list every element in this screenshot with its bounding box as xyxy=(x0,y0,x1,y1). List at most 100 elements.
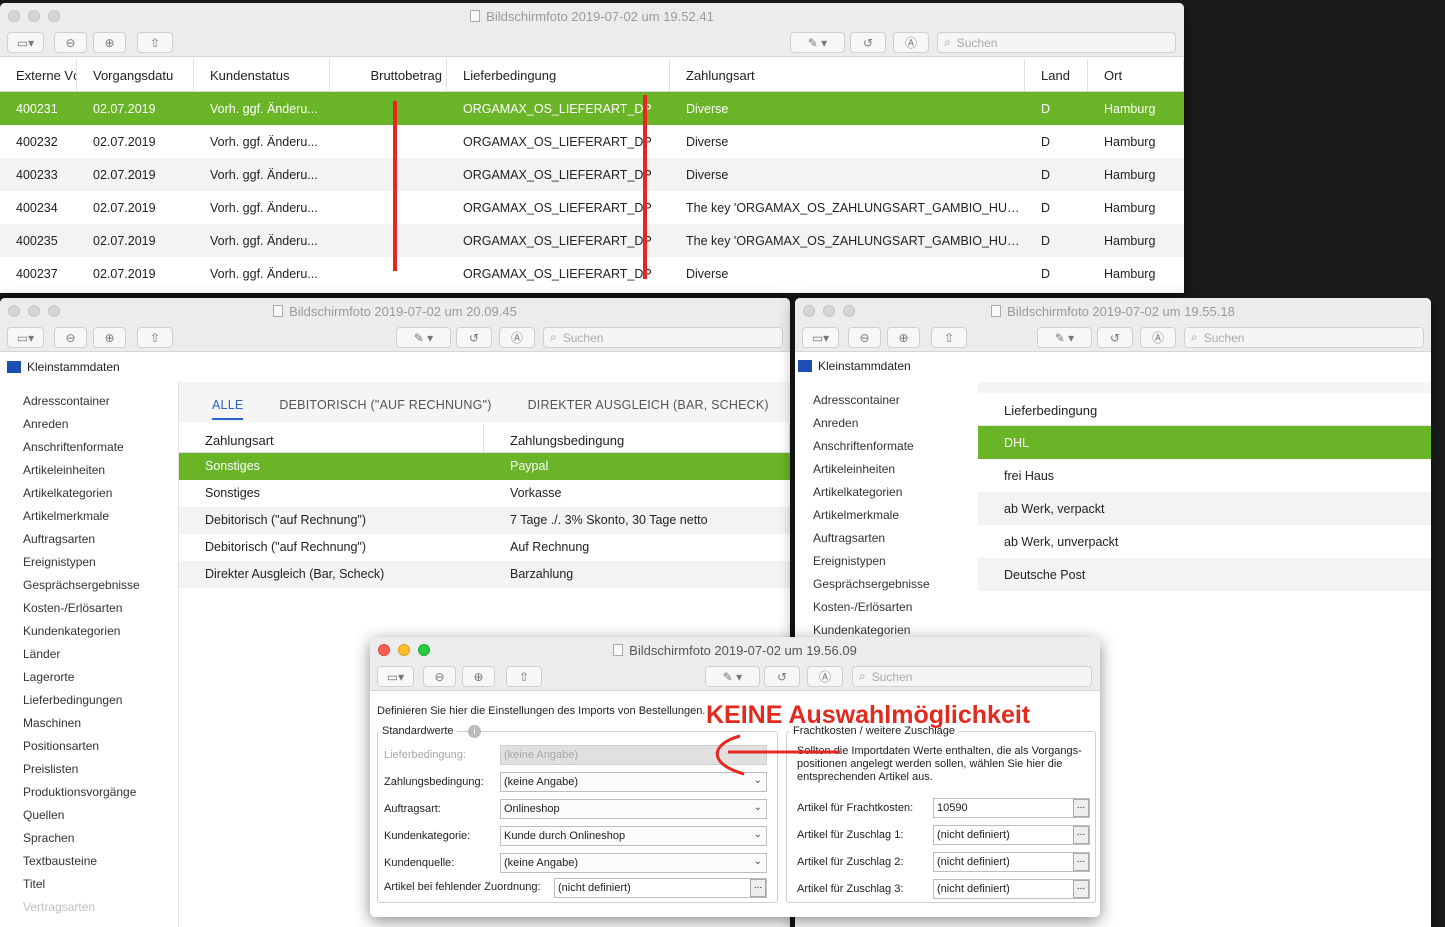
sidebar-toggle-button[interactable]: ▭▾ xyxy=(7,327,44,348)
share-button[interactable]: ⇧ xyxy=(931,327,967,348)
table-row[interactable]: 400232 02.07.2019 Vorh. ggf. Änderu... ORGA… xyxy=(0,125,1184,158)
table-row[interactable]: Direkter Ausgleich (Bar, Scheck) Barzahlu… xyxy=(179,561,790,588)
zoom-in-button[interactable]: ⊕ xyxy=(887,327,920,348)
sidebar-item[interactable]: Gesprächsergebnisse xyxy=(813,573,930,596)
table-row[interactable]: 400234 02.07.2019 Vorh. ggf. Änderu... ORGA… xyxy=(0,191,1184,224)
list-item[interactable]: frei Haus xyxy=(978,459,1431,492)
annotate-button[interactable]: Ⓐ xyxy=(499,327,535,348)
sidebar-item[interactable]: Sprachen xyxy=(23,827,140,850)
select-field[interactable]: Onlineshop ⌄ xyxy=(500,799,767,819)
zoom-out-button[interactable]: ⊖ xyxy=(54,327,87,348)
zoom-in-button[interactable]: ⊕ xyxy=(93,327,126,348)
search-field[interactable]: ⌕ Suchen xyxy=(852,666,1092,687)
sidebar-item[interactable]: Kosten-/Erlösarten xyxy=(813,596,930,619)
zoom-in-button[interactable]: ⊕ xyxy=(93,32,126,53)
column-header[interactable]: Bruttobetrag xyxy=(330,59,447,91)
sidebar-item[interactable]: Quellen xyxy=(23,804,140,827)
search-field[interactable]: ⌕ Suchen xyxy=(1184,327,1424,348)
sidebar-item[interactable]: Auftragsarten xyxy=(23,528,140,551)
table-row[interactable]: Sonstiges Paypal xyxy=(179,453,790,480)
sidebar-item[interactable]: Textbausteine xyxy=(23,850,140,873)
column-header[interactable]: Lieferbedingung xyxy=(447,59,670,91)
sidebar-item[interactable]: Anschriftenformate xyxy=(23,436,140,459)
sidebar-item[interactable]: Länder xyxy=(23,643,140,666)
column-header[interactable]: Vorgangsdatu xyxy=(77,59,194,91)
list-item[interactable]: Deutsche Post xyxy=(978,558,1431,591)
traffic-lights[interactable] xyxy=(803,305,855,317)
sidebar-item[interactable]: Kundenkategorien xyxy=(23,620,140,643)
article-missing-input[interactable]: (nicht definiert) xyxy=(554,878,767,898)
tab[interactable]: ALLE xyxy=(212,398,244,420)
tab[interactable]: DEBITORISCH ("AUF RECHNUNG") xyxy=(279,398,491,420)
sidebar-item[interactable]: Vertragsarten xyxy=(23,896,140,919)
zoom-out-button[interactable]: ⊖ xyxy=(848,327,881,348)
markup-pen-button[interactable]: ✎ ▾ xyxy=(790,32,845,53)
sidebar-item[interactable]: Ereignistypen xyxy=(23,551,140,574)
zoom-in-button[interactable]: ⊕ xyxy=(462,666,495,687)
traffic-lights[interactable] xyxy=(378,644,430,656)
sidebar-item[interactable]: Preislisten xyxy=(23,758,140,781)
sidebar-item[interactable]: Anreden xyxy=(813,412,930,435)
column-header[interactable]: Kundenstatus xyxy=(194,59,330,91)
markup-pen-button[interactable]: ✎ ▾ xyxy=(705,666,760,687)
table-row[interactable]: 400235 02.07.2019 Vorh. ggf. Änderu... ORGA… xyxy=(0,224,1184,257)
table-row[interactable]: Debitorisch ("auf Rechnung") 7 Tage ./. 3… xyxy=(179,507,790,534)
sidebar-item[interactable]: Maschinen xyxy=(23,712,140,735)
sidebar-item[interactable]: Adresscontainer xyxy=(813,389,930,412)
browse-button[interactable]: ... xyxy=(1073,880,1089,898)
annotate-button[interactable]: Ⓐ xyxy=(807,666,843,687)
rotate-button[interactable]: ↺ xyxy=(850,32,886,53)
sidebar-item[interactable]: Produktionsvorgänge xyxy=(23,781,140,804)
zoom-out-button[interactable]: ⊖ xyxy=(54,32,87,53)
column-header[interactable]: Zahlungsart xyxy=(179,425,484,452)
annotate-button[interactable]: Ⓐ xyxy=(1140,327,1176,348)
traffic-lights[interactable] xyxy=(8,10,60,22)
sidebar-item[interactable]: Lieferbedingungen xyxy=(23,689,140,712)
column-header[interactable]: Zahlungsbedingung xyxy=(484,425,790,452)
browse-button[interactable]: ... xyxy=(1073,853,1089,871)
article-input[interactable]: 10590 xyxy=(933,798,1090,818)
table-row[interactable]: 400237 02.07.2019 Vorh. ggf. Änderu... ORGA… xyxy=(0,257,1184,290)
search-field[interactable]: ⌕ Suchen xyxy=(937,32,1176,53)
table-row[interactable]: Debitorisch ("auf Rechnung") Auf Rechnung xyxy=(179,534,790,561)
sidebar-item[interactable]: Titel xyxy=(23,873,140,896)
article-input[interactable]: (nicht definiert) xyxy=(933,852,1090,872)
share-button[interactable]: ⇧ xyxy=(506,666,542,687)
markup-pen-button[interactable]: ✎ ▾ xyxy=(1037,327,1092,348)
sidebar-item[interactable]: Artikeleinheiten xyxy=(813,458,930,481)
sidebar-item[interactable]: Kosten-/Erlösarten xyxy=(23,597,140,620)
sidebar-toggle-button[interactable]: ▭▾ xyxy=(377,666,414,687)
list-item[interactable]: ab Werk, unverpackt xyxy=(978,525,1431,558)
search-field[interactable]: ⌕ Suchen xyxy=(543,327,783,348)
sidebar-item[interactable]: Adresscontainer xyxy=(23,390,140,413)
rotate-button[interactable]: ↺ xyxy=(1097,327,1133,348)
browse-button[interactable]: ... xyxy=(1073,826,1089,844)
sidebar-item[interactable]: Anschriftenformate xyxy=(813,435,930,458)
sidebar-item[interactable]: Ereignistypen xyxy=(813,550,930,573)
sidebar-item[interactable]: Lagerorte xyxy=(23,666,140,689)
sidebar-toggle-button[interactable]: ▭▾ xyxy=(7,32,44,53)
sidebar-toggle-button[interactable]: ▭▾ xyxy=(802,327,839,348)
sidebar-item[interactable]: Positionsarten xyxy=(23,735,140,758)
column-header[interactable]: Externe Vc xyxy=(0,59,77,91)
zoom-out-button[interactable]: ⊖ xyxy=(423,666,456,687)
table-row[interactable]: Sonstiges Vorkasse xyxy=(179,480,790,507)
column-header[interactable]: Land xyxy=(1025,59,1088,91)
article-input[interactable]: (nicht definiert) xyxy=(933,879,1090,899)
annotate-button[interactable]: Ⓐ xyxy=(893,32,929,53)
sidebar-item[interactable]: Anreden xyxy=(23,413,140,436)
sidebar-item[interactable]: Gesprächsergebnisse xyxy=(23,574,140,597)
list-item[interactable]: DHL xyxy=(978,426,1431,459)
sidebar-item[interactable]: Artikelmerkmale xyxy=(23,505,140,528)
article-missing-browse-button[interactable]: ... xyxy=(750,879,766,897)
select-field[interactable]: (keine Angabe) ⌄ xyxy=(500,853,767,873)
rotate-button[interactable]: ↺ xyxy=(764,666,800,687)
share-button[interactable]: ⇧ xyxy=(137,32,173,53)
sidebar-item[interactable]: Auftragsarten xyxy=(813,527,930,550)
article-input[interactable]: (nicht definiert) xyxy=(933,825,1090,845)
sidebar-item[interactable]: Artikelkategorien xyxy=(23,482,140,505)
column-header[interactable]: Zahlungsart xyxy=(670,59,1025,91)
table-row[interactable]: 400231 02.07.2019 Vorh. ggf. Änderu... ORGA… xyxy=(0,92,1184,125)
sidebar-item[interactable]: Artikeleinheiten xyxy=(23,459,140,482)
browse-button[interactable]: ... xyxy=(1073,799,1089,817)
